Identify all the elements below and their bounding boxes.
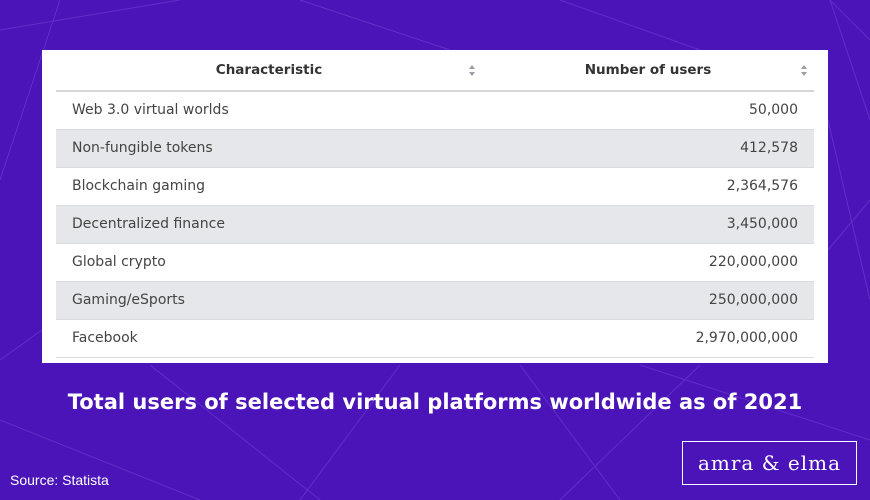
sort-icon[interactable] xyxy=(800,64,808,77)
row-value: 2,970,000,000 xyxy=(482,319,814,358)
table-row: Global crypto 220,000,000 xyxy=(56,243,814,282)
row-label: Blockchain gaming xyxy=(56,167,482,206)
table-header-row: Characteristic Number of users xyxy=(56,50,814,92)
column-header-label: Characteristic xyxy=(215,62,323,78)
table-row: Decentralized finance 3,450,000 xyxy=(56,205,814,244)
sort-icon[interactable] xyxy=(468,64,476,77)
table-row: Blockchain gaming 2,364,576 xyxy=(56,167,814,206)
row-label: Facebook xyxy=(56,319,482,358)
data-table: Characteristic Number of users Web 3.0 v… xyxy=(56,50,814,358)
row-label: Web 3.0 virtual worlds xyxy=(56,91,482,130)
row-value: 2,364,576 xyxy=(482,167,814,206)
row-label: Global crypto xyxy=(56,243,482,282)
source-label: Source: Statista xyxy=(10,472,109,488)
column-header-characteristic[interactable]: Characteristic xyxy=(56,50,482,92)
row-label: Non-fungible tokens xyxy=(56,129,482,168)
data-table-card: Characteristic Number of users Web 3.0 v… xyxy=(42,50,828,363)
row-value: 3,450,000 xyxy=(482,205,814,244)
row-label: Gaming/eSports xyxy=(56,281,482,320)
brand-logo: amra & elma xyxy=(682,441,857,485)
chart-caption: Total users of selected virtual platform… xyxy=(67,390,803,414)
row-value: 250,000,000 xyxy=(482,281,814,320)
table-row: Web 3.0 virtual worlds 50,000 xyxy=(56,91,814,130)
row-label: Decentralized finance xyxy=(56,205,482,244)
row-value: 412,578 xyxy=(482,129,814,168)
row-value: 220,000,000 xyxy=(482,243,814,282)
table-row: Gaming/eSports 250,000,000 xyxy=(56,281,814,320)
column-header-number-of-users[interactable]: Number of users xyxy=(482,50,814,92)
row-value: 50,000 xyxy=(482,91,814,130)
logo-text: amra & elma xyxy=(697,451,841,475)
table-row: Non-fungible tokens 412,578 xyxy=(56,129,814,168)
table-row: Facebook 2,970,000,000 xyxy=(56,319,814,358)
column-header-label: Number of users xyxy=(584,62,712,78)
